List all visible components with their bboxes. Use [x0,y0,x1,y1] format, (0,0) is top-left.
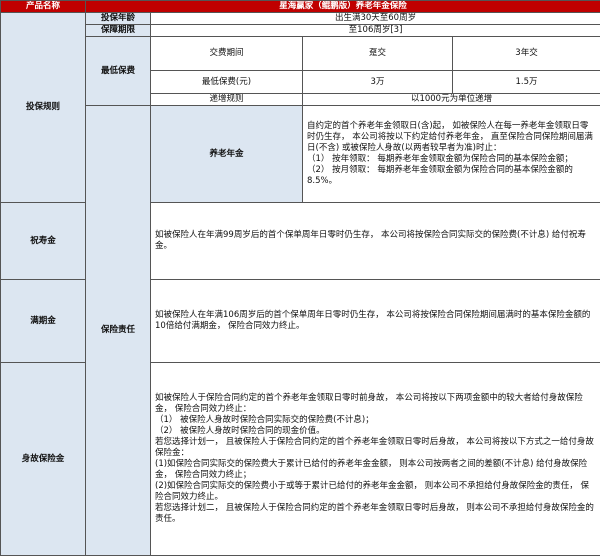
text-line: 若您选择计划一， 且被保险人于保险合同约定的首个养老年金领取日零时后身故， 本公… [155,437,596,459]
duty-item-text: 自约定的首个养老年金领取日(含)起， 如被保险人在每一养老年金领取日零时仍生存，… [303,106,600,203]
min-premium-cell: 3万 [303,71,453,94]
text-line: (1)如保险合同实际交的保险费大于累计已给付的养老年金金额， 则本公司按两者之间… [155,459,596,481]
increment-value: 以1000元为单位递增 [303,94,600,106]
product-name-value: 星海赢家（鲲鹏版）养老年金保险 [86,1,600,13]
duty-item-label: 祝寿金 [1,203,86,280]
header-row: 产品名称 星海赢家（鲲鹏版）养老年金保险 [1,1,600,13]
period-row: 保障期限 至106周岁[3] [1,25,600,37]
pay-period-label: 交费期间 [151,37,303,71]
product-table: 产品名称 星海赢家（鲲鹏版）养老年金保险 投保规则 投保年龄 出生满30天至60… [0,0,600,556]
text-line: 若您选择计划二， 且被保险人于保险合同约定的首个养老年金领取日零时后身故， 则本… [155,503,596,525]
text-line: 如被保险人在年满99周岁后的首个保单周年日零时仍生存， 本公司将按保险合同实际交… [155,230,596,252]
age-label: 投保年龄 [86,13,151,25]
text-line: 自约定的首个养老年金领取日(含)起， 如被保险人在每一养老年金领取日零时仍生存，… [307,121,596,154]
text-line: （1） 被保险人身故时保险合同实际交的保险费(不计息)； [155,415,596,426]
min-premium-cell: 1.5万 [453,71,600,94]
duty-section-label: 保险责任 [86,106,151,556]
duty-item-label: 身故保险金 [1,363,86,556]
text-line: （2） 被保险人身故时保险合同的现金价值。 [155,426,596,437]
premium-label: 最低保费 [86,37,151,106]
text-line: (2)如保险合同实际交的保险费小于或等于累计已给付的养老年金金额， 则本公司不承… [155,481,596,503]
duty-row-pension: 保险责任 养老年金 自约定的首个养老年金领取日(含)起， 如被保险人在每一养老年… [1,106,600,203]
pay-period-cell: 趸交 [303,37,453,71]
duty-item-text: 如被保险人于保险合同约定的首个养老年金领取日零时前身故， 本公司将按以下两项金额… [151,363,600,556]
product-name-label: 产品名称 [1,1,86,13]
text-line: 如被保险人在年满106周岁后的首个保单周年日零时仍生存， 本公司将按保险合同保险… [155,310,596,332]
rules-section-label: 投保规则 [1,13,86,203]
period-value: 至106周岁[3] [151,25,600,37]
duty-item-text: 如被保险人在年满99周岁后的首个保单周年日零时仍生存， 本公司将按保险合同实际交… [151,203,600,280]
duty-item-label: 满期金 [1,280,86,363]
text-line: 如被保险人于保险合同约定的首个养老年金领取日零时前身故， 本公司将按以下两项金额… [155,393,596,415]
duty-item-text: 如被保险人在年满106周岁后的首个保单周年日零时仍生存， 本公司将按保险合同保险… [151,280,600,363]
age-row: 投保规则 投保年龄 出生满30天至60周岁 [1,13,600,25]
min-premium-label: 最低保费(元) [151,71,303,94]
period-label: 保障期限 [86,25,151,37]
text-line: （1） 按年领取： 每期养老年金领取金额为保险合同的基本保险金额； [307,154,596,165]
duty-item-label: 养老年金 [151,106,303,203]
age-value: 出生满30天至60周岁 [151,13,600,25]
text-line: （2） 按月领取： 每期养老年金领取金额为保险合同的基本保险金额的8.5%。 [307,165,596,187]
pay-period-row: 最低保费 交费期间 趸交 3年交 5/10/15/20年交 [1,37,600,71]
pay-period-cell: 3年交 [453,37,600,71]
increment-label: 递增规则 [151,94,303,106]
document-page: 产品名称 星海赢家（鲲鹏版）养老年金保险 投保规则 投保年龄 出生满30天至60… [0,0,600,534]
